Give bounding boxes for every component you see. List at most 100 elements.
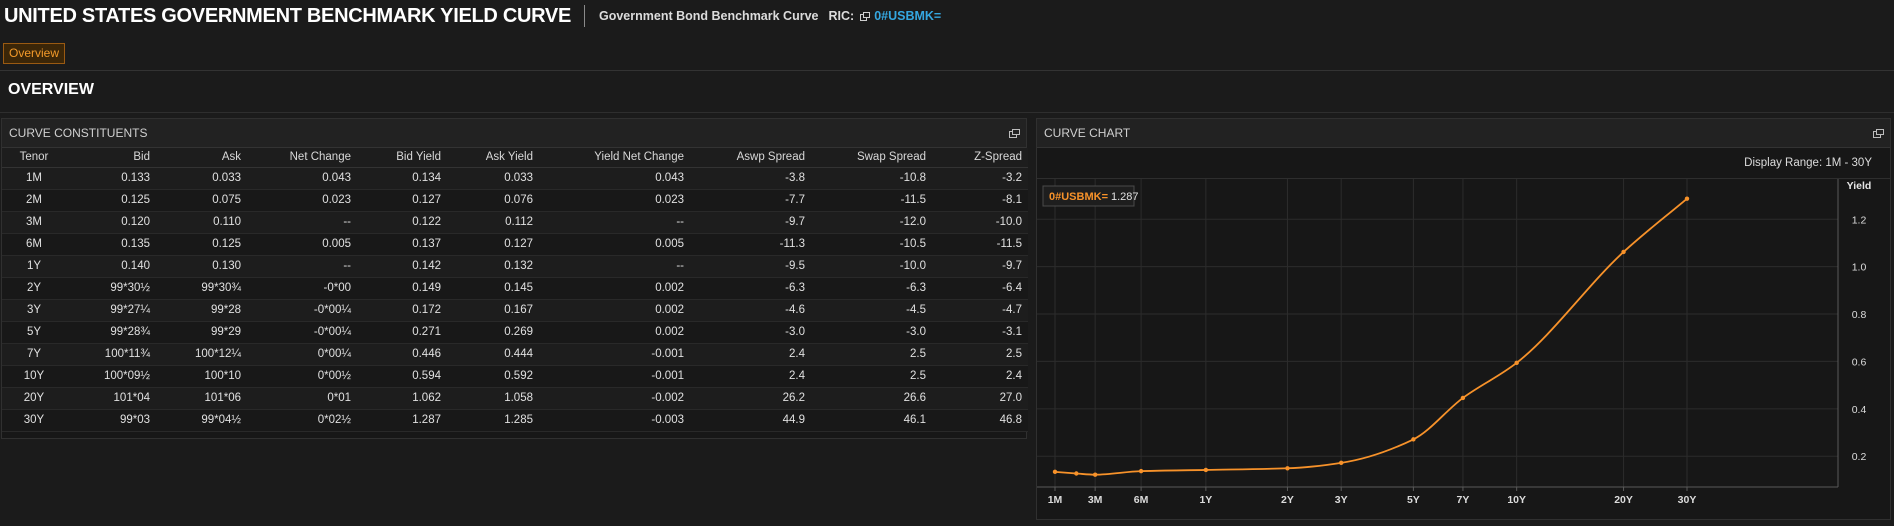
yield-curve-chart[interactable]: 0.2 0.4 0.6 0.8 1.0 1.2 1M 3M 6M 1Y 2Y 3Y 5Y 7Y 10Y 20Y…	[1037, 179, 1890, 517]
table-row[interactable]: 5Y 99*28¾ 99*29 -0*00¼ 0.271 0.269 0.002 -3.0 -3…	[2, 321, 1028, 344]
column-header[interactable]: Swap Spread	[811, 148, 932, 168]
table-cell: 0.132	[447, 255, 539, 278]
section-title: OVERVIEW	[8, 81, 94, 98]
column-header[interactable]: Bid	[66, 148, 156, 168]
column-header[interactable]: Net Change	[247, 148, 357, 168]
table-cell: -3.2	[932, 167, 1028, 190]
data-point[interactable]	[1203, 467, 1209, 473]
table-cell: 2.5	[811, 365, 932, 388]
chart-toolbar: Display Range: 1M - 30Y	[1037, 148, 1890, 179]
table-cell: 0.076	[447, 189, 539, 212]
data-point[interactable]	[1514, 360, 1519, 366]
column-header[interactable]: Z-Spread	[932, 148, 1028, 168]
table-cell: -11.5	[932, 233, 1028, 256]
legend-series-name: 0#USBMK=	[1049, 191, 1108, 203]
table-cell: 0.140	[66, 255, 156, 278]
table-cell: 0.167	[447, 299, 539, 322]
table-cell: 0.112	[447, 211, 539, 234]
table-cell: -10.0	[932, 211, 1028, 234]
table-row[interactable]: 1M 0.133 0.033 0.043 0.134 0.033 0.043 -3.8 -10.…	[2, 167, 1028, 190]
table-cell: 44.9	[690, 409, 811, 432]
table-cell: 27.0	[932, 387, 1028, 410]
table-cell: -3.0	[690, 321, 811, 344]
data-point[interactable]	[1285, 466, 1290, 471]
table-cell: 0.137	[357, 233, 447, 256]
table-cell: -0*00	[247, 277, 357, 300]
table-row[interactable]: 3M 0.120 0.110 -- 0.122 0.112 -- -9.7 -12.0 -10.0	[2, 211, 1028, 234]
table-row[interactable]: 7Y 100*11¾ 100*12¼ 0*00¼ 0.446 0.444 -0.001 2.4…	[2, 343, 1028, 366]
table-cell: 0.005	[247, 233, 357, 256]
tab-overview[interactable]: Overview	[3, 43, 66, 64]
table-row[interactable]: 6M 0.135 0.125 0.005 0.137 0.127 0.005 -11.3 -10…	[2, 233, 1028, 256]
table-cell: 0.172	[357, 299, 447, 322]
table-row[interactable]: 2Y 99*30½ 99*30¾ -0*00 0.149 0.145 0.002 -6.3 -6…	[2, 277, 1028, 300]
column-header[interactable]: Yield Net Change	[539, 148, 690, 168]
table-cell: -6.3	[811, 277, 932, 300]
x-tick-label: 10Y	[1507, 494, 1526, 506]
data-point[interactable]	[1460, 395, 1466, 401]
data-point[interactable]	[1138, 468, 1144, 474]
column-header[interactable]: Tenor	[2, 148, 66, 168]
data-point[interactable]	[1684, 196, 1690, 201]
table-cell: 99*04½	[156, 409, 247, 432]
ric-link[interactable]: 0#USBMK=	[874, 9, 941, 23]
table-cell: --	[247, 211, 357, 234]
table-cell: -4.7	[932, 299, 1028, 322]
table-cell: -10.5	[811, 233, 932, 256]
table-cell: -8.1	[932, 189, 1028, 212]
table-cell: 1.058	[447, 387, 539, 410]
column-header[interactable]: Bid Yield	[357, 148, 447, 168]
table-cell: 0.135	[66, 233, 156, 256]
table-cell: -0.003	[539, 409, 690, 432]
table-row[interactable]: 3Y 99*27¼ 99*28 -0*00¼ 0.172 0.167 0.002 -4.6 -4…	[2, 299, 1028, 322]
table-cell: 100*10	[156, 365, 247, 388]
column-header[interactable]: Aswp Spread	[690, 148, 811, 168]
table-row[interactable]: 10Y 100*09½ 100*10 0*00½ 0.594 0.592 -0.001 2.4…	[2, 365, 1028, 388]
table-cell: -0*00¼	[247, 299, 357, 322]
maximize-icon[interactable]	[1873, 128, 1884, 138]
table-header-row: Tenor Bid Ask Net Change Bid Yield Ask Y…	[2, 148, 1028, 168]
panel-title: CURVE CHART	[1044, 126, 1131, 140]
series-legend[interactable]: 0#USBMK= 1.287	[1042, 185, 1139, 207]
popout-icon[interactable]	[860, 11, 871, 21]
table-cell: 0.110	[156, 211, 247, 234]
table-cell: -0.001	[539, 365, 690, 388]
table-row[interactable]: 20Y 101*04 101*06 0*01 1.062 1.058 -0.002 26.2 2…	[2, 387, 1028, 410]
data-point[interactable]	[1411, 437, 1416, 442]
table-row[interactable]: 2M 0.125 0.075 0.023 0.127 0.076 0.023 -7.7 -11.…	[2, 189, 1028, 212]
table-row[interactable]: 30Y 99*03 99*04½ 0*02½ 1.287 1.285 -0.003 44.9 4…	[2, 409, 1028, 432]
page-title: UNITED STATES GOVERNMENT BENCHMARK YIELD…	[4, 4, 571, 27]
tenor-cell: 2Y	[2, 277, 66, 300]
table-cell: 26.6	[811, 387, 932, 410]
table-cell: 0.043	[247, 167, 357, 190]
table-cell: -10.0	[811, 255, 932, 278]
table-cell: -11.5	[811, 189, 932, 212]
data-point[interactable]	[1052, 469, 1058, 475]
data-point[interactable]	[1621, 249, 1626, 255]
x-tick-label: 1M	[1048, 494, 1063, 506]
table-row[interactable]: 1Y 0.140 0.130 -- 0.142 0.132 -- -9.5 -10.0 -9.7	[2, 255, 1028, 278]
table-cell: 99*28	[156, 299, 247, 322]
y-tick-label: 0.2	[1852, 451, 1867, 463]
table-cell: --	[539, 211, 690, 234]
column-header[interactable]: Ask	[156, 148, 247, 168]
x-tick-label: 5Y	[1407, 494, 1420, 506]
table-cell: 2.4	[690, 365, 811, 388]
table-cell: -6.3	[690, 277, 811, 300]
table-cell: 1.062	[357, 387, 447, 410]
tenor-cell: 1M	[2, 167, 66, 190]
table-cell: -7.7	[690, 189, 811, 212]
table-cell: 0.127	[447, 233, 539, 256]
data-point[interactable]	[1338, 460, 1344, 466]
data-point[interactable]	[1092, 472, 1098, 477]
table-cell: 0.075	[156, 189, 247, 212]
table-cell: 99*30½	[66, 277, 156, 300]
table-cell: 0.023	[539, 189, 690, 212]
table-cell: 0.134	[357, 167, 447, 190]
maximize-icon[interactable]	[1009, 128, 1020, 138]
tenor-cell: 1Y	[2, 255, 66, 278]
display-range-selector[interactable]: Display Range: 1M - 30Y	[1744, 157, 1872, 169]
data-point[interactable]	[1074, 471, 1079, 476]
column-header[interactable]: Ask Yield	[447, 148, 539, 168]
svg-text:0#USBMK=1.287: 0#USBMK= 1.287	[1049, 191, 1139, 203]
